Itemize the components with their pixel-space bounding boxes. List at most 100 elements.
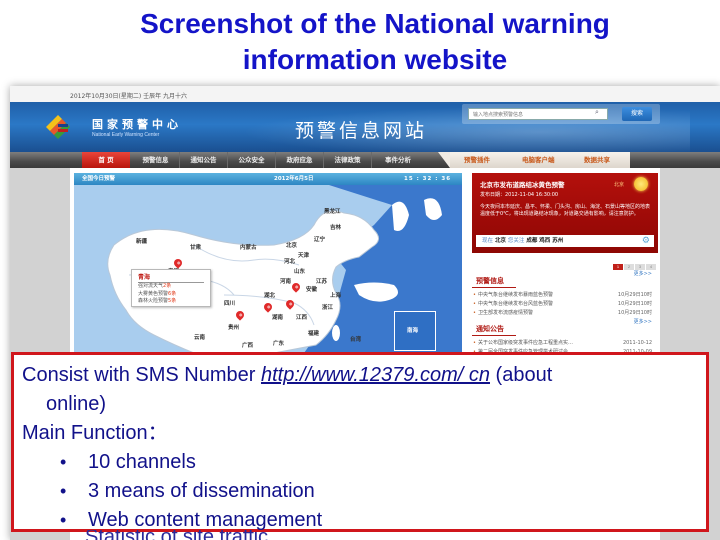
province-label[interactable]: 天津 [298,251,309,259]
province-label[interactable]: 广西 [242,341,253,349]
nav-item-notices[interactable]: 通知公告 [180,152,228,168]
province-label[interactable]: 台湾 [350,335,361,343]
province-label[interactable]: 吉林 [330,223,341,231]
list-item-text[interactable]: 关于公布国家级突发事件应急工程重点实… [478,340,573,346]
nav-item-widget[interactable]: 预警插件 [464,152,490,168]
description-textbox: Consist with SMS Number http://www.12379… [11,352,709,535]
province-label[interactable]: 云南 [194,333,205,341]
popup-title: 青海 [138,272,204,283]
date-bar: 2012年10月30日(星期二) 壬辰年 九月十六 [10,86,720,102]
search-button[interactable]: 搜索 [622,107,652,121]
list-item-date: 2011-10-12 [622,340,652,346]
site-name: 预警信息网站 [295,120,428,142]
about-online-text: (about [489,364,553,386]
south-china-sea-inset: 南海 [394,311,436,351]
list-item-text[interactable]: 中央气象台继续发布台风蓝色预警 [478,301,553,307]
map-time: 15 : 32 : 36 [404,176,452,182]
popup-line: 森林火险预警5条 [138,298,204,306]
province-label[interactable]: 江苏 [316,277,327,285]
popup-line-value: 5条 [168,298,177,304]
notices-section: 通知公告 更多>> 关于公布国家级突发事件应急工程重点实…2011-10-12 … [472,316,658,357]
popup-line-value: 2条 [163,283,172,289]
gear-icon[interactable]: ⚙ [642,236,650,246]
province-label[interactable]: 辽宁 [314,235,325,243]
city-prefix: 现在 [482,238,494,244]
list-item[interactable]: 中央气象台继续发布台风蓝色预警 10月29日10时 [472,300,658,309]
nav-item-home[interactable]: 首 页 [82,152,130,172]
province-label[interactable]: 湖南 [272,313,283,321]
popup-line-label: 森林火险预警 [138,298,169,304]
main-nav: 首 页 预警信息 通知公告 公众安全 政府应急 法律政策 事件分析 预警插件 电… [10,152,720,172]
popup-line-label: 大雾黄色预警 [138,290,169,297]
search-icon[interactable]: ⌕ [595,109,599,117]
province-label[interactable]: 福建 [308,329,319,337]
nav-item-desktop-client[interactable]: 电脑客户端 [522,152,555,168]
nav-item-public-safety[interactable]: 公众安全 [228,152,276,168]
map-header-title: 全国今日预警 [82,176,116,182]
search-bar: 输入地点搜索预警信息 ⌕ 搜索 [462,104,660,124]
taiwan-area [332,325,340,341]
popup-line: 强对流天气2条 [138,283,204,291]
alert-pager: 1234 [612,255,656,270]
popup-line-label: 强对流天气 [138,283,164,289]
current-city[interactable]: 北京 [495,238,506,244]
province-label[interactable]: 甘肃 [190,243,201,251]
city-switcher: 现在 北京 您关注 成都 鸡西 苏州 ⚙ [476,235,654,247]
province-label[interactable]: 内蒙古 [240,243,257,251]
nav-item-laws[interactable]: 法律政策 [324,152,372,168]
more-link[interactable]: 更多>> [634,318,652,325]
followed-city[interactable]: 鸡西 [539,238,550,244]
province-label[interactable]: 新疆 [136,237,147,245]
site-banner: 国家预警中心 National Early Warning Center 预警信… [10,102,720,152]
province-label[interactable]: 上海 [330,291,341,299]
search-input[interactable]: 输入地点搜索预警信息 [468,108,608,120]
province-label[interactable]: 广东 [273,339,284,347]
more-link[interactable]: 更多>> [634,270,652,277]
province-label[interactable]: 河北 [284,257,295,265]
province-label[interactable]: 河南 [280,277,291,285]
warning-map-panel: 全国今日预警 2012年6月5日 15 : 32 : 36 新疆 西藏 青海 甘… [74,173,462,353]
website-link[interactable]: http://www.12379.com/ cn [261,364,490,386]
inset-label: 南海 [407,328,419,334]
province-label[interactable]: 湖北 [264,291,275,299]
sms-number-label: Consist with SMS Number [22,364,261,386]
list-item[interactable]: 中央气象台继续发布暴雨蓝色预警 10月29日10时 [472,291,658,300]
popup-line-value: 6条 [168,290,177,297]
alert-city: 北京 [614,182,625,188]
slide-title-line-2: information website [242,44,508,75]
list-item[interactable]: 关于公布国家级突发事件应急工程重点实… 2011-10-12 [472,339,658,348]
sun-icon [634,177,648,191]
province-label[interactable]: 安徽 [306,285,317,293]
province-label[interactable]: 北京 [286,241,297,249]
province-warning-popup: 青海 强对流天气2条 大雾黄色预警6条 森林火险预警5条 [131,269,211,307]
map-date: 2012年6月5日 [274,176,314,182]
province-label[interactable]: 黑龙江 [324,207,341,215]
province-label[interactable]: 四川 [224,299,235,307]
province-label[interactable]: 山东 [294,267,305,275]
logo-name-en: National Early Warning Center [92,132,160,138]
list-item-date: 10月29日10时 [617,292,652,298]
slide-title-line-1: Screenshot of the National warning [140,8,610,39]
nav-item-gov-emergency[interactable]: 政府应急 [276,152,324,168]
popup-line: 大雾黄色预警6条 [138,291,204,299]
main-function-heading: Main Function： [22,422,168,444]
warning-info-section: 预警信息 更多>> 中央气象台继续发布暴雨蓝色预警 10月29日10时 中央气象台… [472,268,658,318]
nav-item-event-analysis[interactable]: 事件分析 [372,152,424,168]
list-item-date: 10月29日10时 [617,301,652,307]
logo-icon [46,115,70,139]
province-label[interactable]: 贵州 [228,323,239,331]
list-item-text[interactable]: 中央气象台继续发布暴雨蓝色预警 [478,292,553,298]
province-label[interactable]: 浙江 [322,303,333,311]
followed-city[interactable]: 成都 [526,238,537,244]
featured-alert[interactable]: 北京市发布道路结冰黄色预警 北京 发布日期：2012-11-04 16:30:0… [472,173,658,253]
map-header: 全国今日预警 2012年6月5日 15 : 32 : 36 [74,173,462,185]
nav-item-data-sharing[interactable]: 数据共享 [584,152,610,168]
nav-item-warnings[interactable]: 预警信息 [132,152,180,168]
logo-name-cn: 国家预警中心 [92,118,182,131]
alert-title[interactable]: 北京市发布道路结冰黄色预警 [480,179,650,189]
nav-special-group: 预警插件 电脑客户端 数据共享 [438,152,630,168]
followed-city[interactable]: 苏州 [552,238,563,244]
section-title: 预警信息 [472,276,516,288]
province-label[interactable]: 江西 [296,313,307,321]
slide-title: Screenshot of the National warning infor… [0,6,720,78]
